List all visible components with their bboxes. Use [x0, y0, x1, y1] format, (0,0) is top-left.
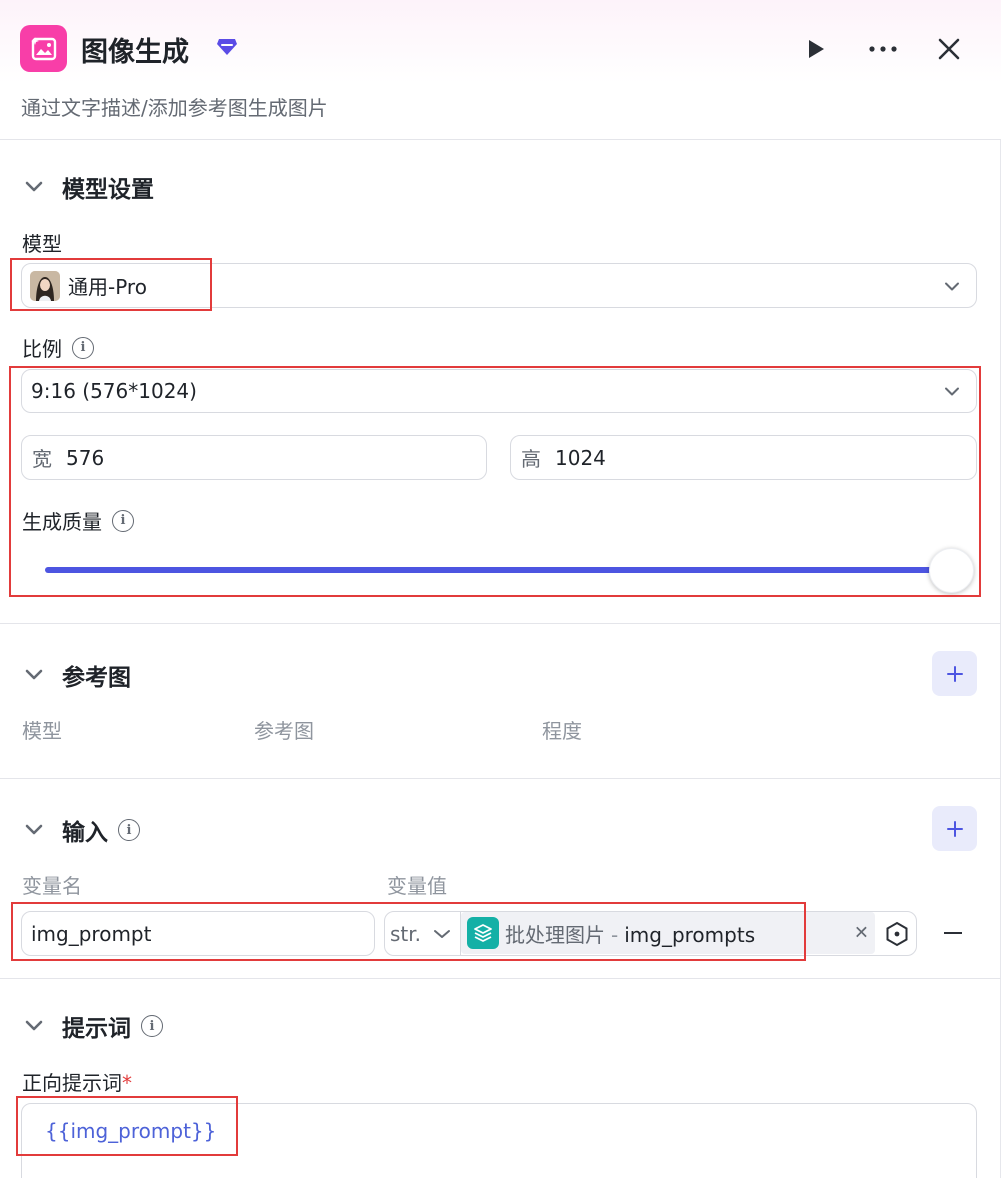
info-icon[interactable]: i: [72, 336, 94, 359]
panel-title: 图像生成: [81, 37, 189, 68]
quality-label: 生成质量: [22, 510, 102, 534]
positive-prompt-textarea[interactable]: {{img_prompt}}: [21, 1103, 977, 1178]
chevron-down-icon[interactable]: [22, 818, 46, 842]
height-value: 1024: [555, 445, 606, 470]
divider: [0, 623, 1001, 624]
model-settings-header[interactable]: 模型设置: [22, 170, 154, 204]
required-mark: *: [122, 1071, 132, 1095]
close-icon[interactable]: [930, 30, 968, 68]
more-icon[interactable]: [864, 30, 902, 68]
ratio-select[interactable]: 9:16 (576*1024): [21, 369, 977, 413]
plus-icon: [946, 665, 963, 682]
image-icon: [20, 25, 67, 72]
diamond-icon: [216, 37, 238, 61]
positive-prompt-label-text: 正向提示词: [22, 1071, 122, 1095]
width-input[interactable]: 宽 576: [21, 435, 487, 480]
ratio-label-row: 比例 i: [22, 333, 94, 362]
divider: [0, 778, 1001, 779]
section-title: 提示词: [62, 1016, 131, 1042]
quality-slider-thumb[interactable]: [929, 548, 974, 593]
info-icon[interactable]: i: [112, 509, 134, 532]
reference-col-image: 参考图: [254, 719, 314, 743]
add-reference-button[interactable]: [932, 651, 977, 696]
input-col-name: 变量名: [22, 874, 82, 898]
chip-separator: -: [611, 922, 619, 947]
variable-reference-chip[interactable]: 批处理图片 - img_prompts ✕: [461, 912, 875, 954]
model-label: 模型: [22, 232, 62, 256]
panel-subtitle: 通过文字描述/添加参考图生成图片: [21, 96, 328, 120]
positive-prompt-label: 正向提示词*: [22, 1067, 132, 1096]
section-title: 参考图: [62, 665, 131, 691]
reference-header[interactable]: 参考图: [22, 658, 131, 692]
chip-source: 批处理图片: [505, 922, 605, 947]
reference-col-model: 模型: [22, 719, 62, 743]
chevron-down-icon[interactable]: [22, 175, 46, 199]
quality-slider-track[interactable]: [45, 567, 951, 573]
layers-icon: [467, 917, 499, 949]
chevron-down-icon[interactable]: [433, 929, 451, 939]
input-col-value: 变量值: [387, 874, 447, 898]
chip-variable: img_prompts: [624, 922, 756, 947]
info-icon[interactable]: i: [141, 1015, 163, 1037]
quality-label-row: 生成质量 i: [22, 506, 134, 535]
info-icon[interactable]: i: [118, 819, 140, 841]
variable-ref-icon[interactable]: [884, 921, 910, 947]
prompt-header[interactable]: 提示词 i: [22, 1009, 163, 1043]
variable-name-value: img_prompt: [31, 921, 152, 946]
ratio-value: 9:16 (576*1024): [31, 379, 197, 403]
height-label: 高: [521, 447, 541, 471]
height-input[interactable]: 高 1024: [510, 435, 977, 480]
reference-col-degree: 程度: [542, 719, 582, 743]
divider: [0, 978, 1001, 979]
positive-prompt-value: {{img_prompt}}: [45, 1119, 217, 1143]
model-value: 通用-Pro: [68, 275, 147, 299]
add-input-button[interactable]: [932, 806, 977, 851]
width-value: 576: [66, 445, 105, 470]
chevron-down-icon[interactable]: [22, 663, 46, 687]
play-icon[interactable]: [797, 30, 835, 68]
remove-row-icon[interactable]: [944, 932, 962, 934]
chip-label: 批处理图片 - img_prompts: [505, 919, 755, 948]
clear-icon[interactable]: ✕: [854, 923, 869, 944]
chevron-down-icon[interactable]: [944, 276, 960, 295]
image-generation-panel: 图像生成 通过文字描述/添加参考图生成图片 模型设置 模型 通用-Pro 比例 …: [0, 0, 1001, 1178]
plus-icon: [946, 820, 963, 837]
model-select[interactable]: 通用-Pro: [21, 263, 977, 308]
chevron-down-icon[interactable]: [22, 1014, 46, 1038]
model-avatar: [30, 270, 60, 301]
section-title: 模型设置: [62, 177, 154, 203]
variable-name-input[interactable]: img_prompt: [21, 911, 375, 956]
input-header[interactable]: 输入 i: [22, 813, 140, 847]
chevron-down-icon[interactable]: [944, 382, 960, 401]
width-label: 宽: [32, 447, 52, 471]
type-select[interactable]: str.: [390, 922, 421, 946]
ratio-label: 比例: [22, 337, 62, 361]
section-title: 输入: [62, 820, 108, 846]
